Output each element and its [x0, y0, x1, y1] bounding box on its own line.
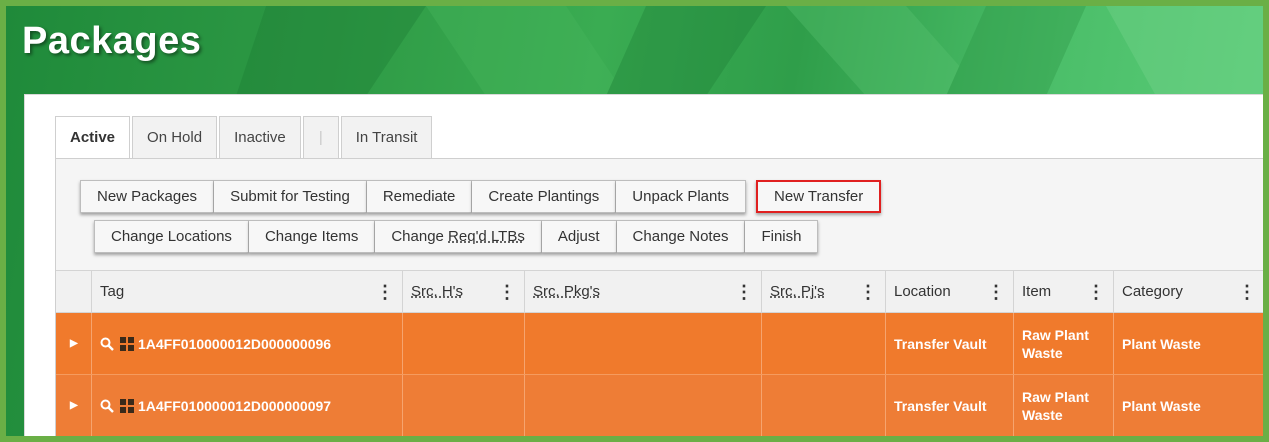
header-category[interactable]: Category ⋮ [1114, 271, 1263, 313]
vertical-dots-icon[interactable]: ⋮ [987, 271, 1005, 313]
tab-bar: Active On Hold Inactive | In Transit [55, 116, 434, 158]
header-item-label: Item [1022, 283, 1052, 300]
adjust-button[interactable]: Adjust [541, 220, 617, 253]
tag-cell: 1A4FF010000012D000000096 [92, 313, 403, 374]
change-notes-button[interactable]: Change Notes [616, 220, 746, 253]
header-tag[interactable]: Tag ⋮ [92, 271, 403, 312]
header-location-label: Location [894, 283, 951, 300]
new-transfer-button[interactable]: New Transfer [756, 180, 882, 213]
toolbar-row-1: New Packages Submit for Testing Remediat… [80, 180, 882, 213]
src-pj-cell [762, 375, 886, 436]
header-item[interactable]: Item ⋮ [1014, 271, 1114, 312]
grid-icon[interactable] [120, 398, 134, 413]
location-cell: Transfer Vault [886, 375, 1014, 436]
src-pkg-cell [525, 375, 762, 436]
create-plantings-button[interactable]: Create Plantings [472, 180, 617, 213]
header-src-pkg[interactable]: Src. Pkg's ⋮ [525, 271, 762, 312]
triangle-right-icon[interactable]: ▶ [70, 397, 78, 415]
magnifier-icon[interactable] [100, 399, 114, 413]
table-row[interactable]: ▶ 1A4FF010000012D000000096 Transfer Vaul… [56, 313, 1263, 375]
main-panel: Active On Hold Inactive | In Transit New… [24, 94, 1263, 436]
page-title: Packages [22, 20, 202, 62]
magnifier-icon[interactable] [100, 337, 114, 351]
new-packages-button[interactable]: New Packages [80, 180, 215, 213]
change-locations-button[interactable]: Change Locations [94, 220, 249, 253]
remediate-button[interactable]: Remediate [366, 180, 473, 213]
tab-inactive[interactable]: Inactive [219, 116, 301, 158]
tag-value: 1A4FF010000012D000000096 [138, 335, 332, 352]
row-expander[interactable]: ▶ [56, 375, 92, 436]
vertical-dots-icon[interactable]: ⋮ [498, 271, 516, 313]
window-frame: Packages Active On Hold Inactive | In Tr… [0, 0, 1269, 442]
finish-button[interactable]: Finish [745, 220, 819, 253]
src-h-cell [403, 375, 525, 436]
header-tag-label: Tag [100, 283, 125, 300]
tab-on-hold[interactable]: On Hold [132, 116, 218, 158]
tab-disabled: | [302, 116, 339, 158]
header-src-h[interactable]: Src. H's ⋮ [403, 271, 525, 312]
header-src-pj[interactable]: Src. Pj's ⋮ [762, 271, 886, 312]
src-pj-cell [762, 313, 886, 374]
submit-for-testing-button[interactable]: Submit for Testing [214, 180, 367, 213]
location-cell: Transfer Vault [886, 313, 1014, 374]
toolbar-row-2: Change Locations Change Items Change Req… [94, 220, 819, 253]
triangle-right-icon[interactable]: ▶ [70, 335, 78, 353]
table-row[interactable]: ▶ 1A4FF010000012D000000097 Transfer Vaul… [56, 375, 1263, 436]
item-cell: Raw Plant Waste [1014, 313, 1114, 374]
header-src-h-label: Src. H's [411, 283, 464, 300]
tab-in-transit[interactable]: In Transit [340, 116, 433, 158]
src-h-cell [403, 313, 525, 374]
category-cell: Plant Waste [1114, 375, 1263, 436]
grid-header: Tag ⋮ Src. H's ⋮ Src. Pkg's ⋮ Src. Pj's ⋮ Lo… [56, 270, 1263, 313]
category-cell: Plant Waste [1114, 313, 1263, 374]
tag-value: 1A4FF010000012D000000097 [138, 397, 332, 414]
row-expander[interactable]: ▶ [56, 313, 92, 374]
src-pkg-cell [525, 313, 762, 374]
header-category-label: Category [1122, 283, 1183, 300]
tab-content: New Packages Submit for Testing Remediat… [55, 158, 1263, 436]
change-reqd-ltbs-button[interactable]: Change Req'd LTBs [375, 220, 542, 253]
tab-active[interactable]: Active [55, 116, 131, 158]
vertical-dots-icon[interactable]: ⋮ [859, 271, 877, 313]
change-items-button[interactable]: Change Items [248, 220, 376, 253]
vertical-dots-icon[interactable]: ⋮ [1087, 271, 1105, 313]
header-src-pj-label: Src. Pj's [770, 283, 825, 300]
header-location[interactable]: Location ⋮ [886, 271, 1014, 312]
vertical-dots-icon[interactable]: ⋮ [1238, 271, 1256, 313]
header-expander [56, 271, 92, 312]
vertical-dots-icon[interactable]: ⋮ [376, 271, 394, 313]
unpack-plants-button[interactable]: Unpack Plants [616, 180, 747, 213]
item-cell: Raw Plant Waste [1014, 375, 1114, 436]
tag-cell: 1A4FF010000012D000000097 [92, 375, 403, 436]
packages-grid: Tag ⋮ Src. H's ⋮ Src. Pkg's ⋮ Src. Pj's ⋮ Lo… [56, 270, 1263, 436]
grid-icon[interactable] [120, 336, 134, 351]
header-src-pkg-label: Src. Pkg's [533, 283, 601, 300]
vertical-dots-icon[interactable]: ⋮ [735, 271, 753, 313]
